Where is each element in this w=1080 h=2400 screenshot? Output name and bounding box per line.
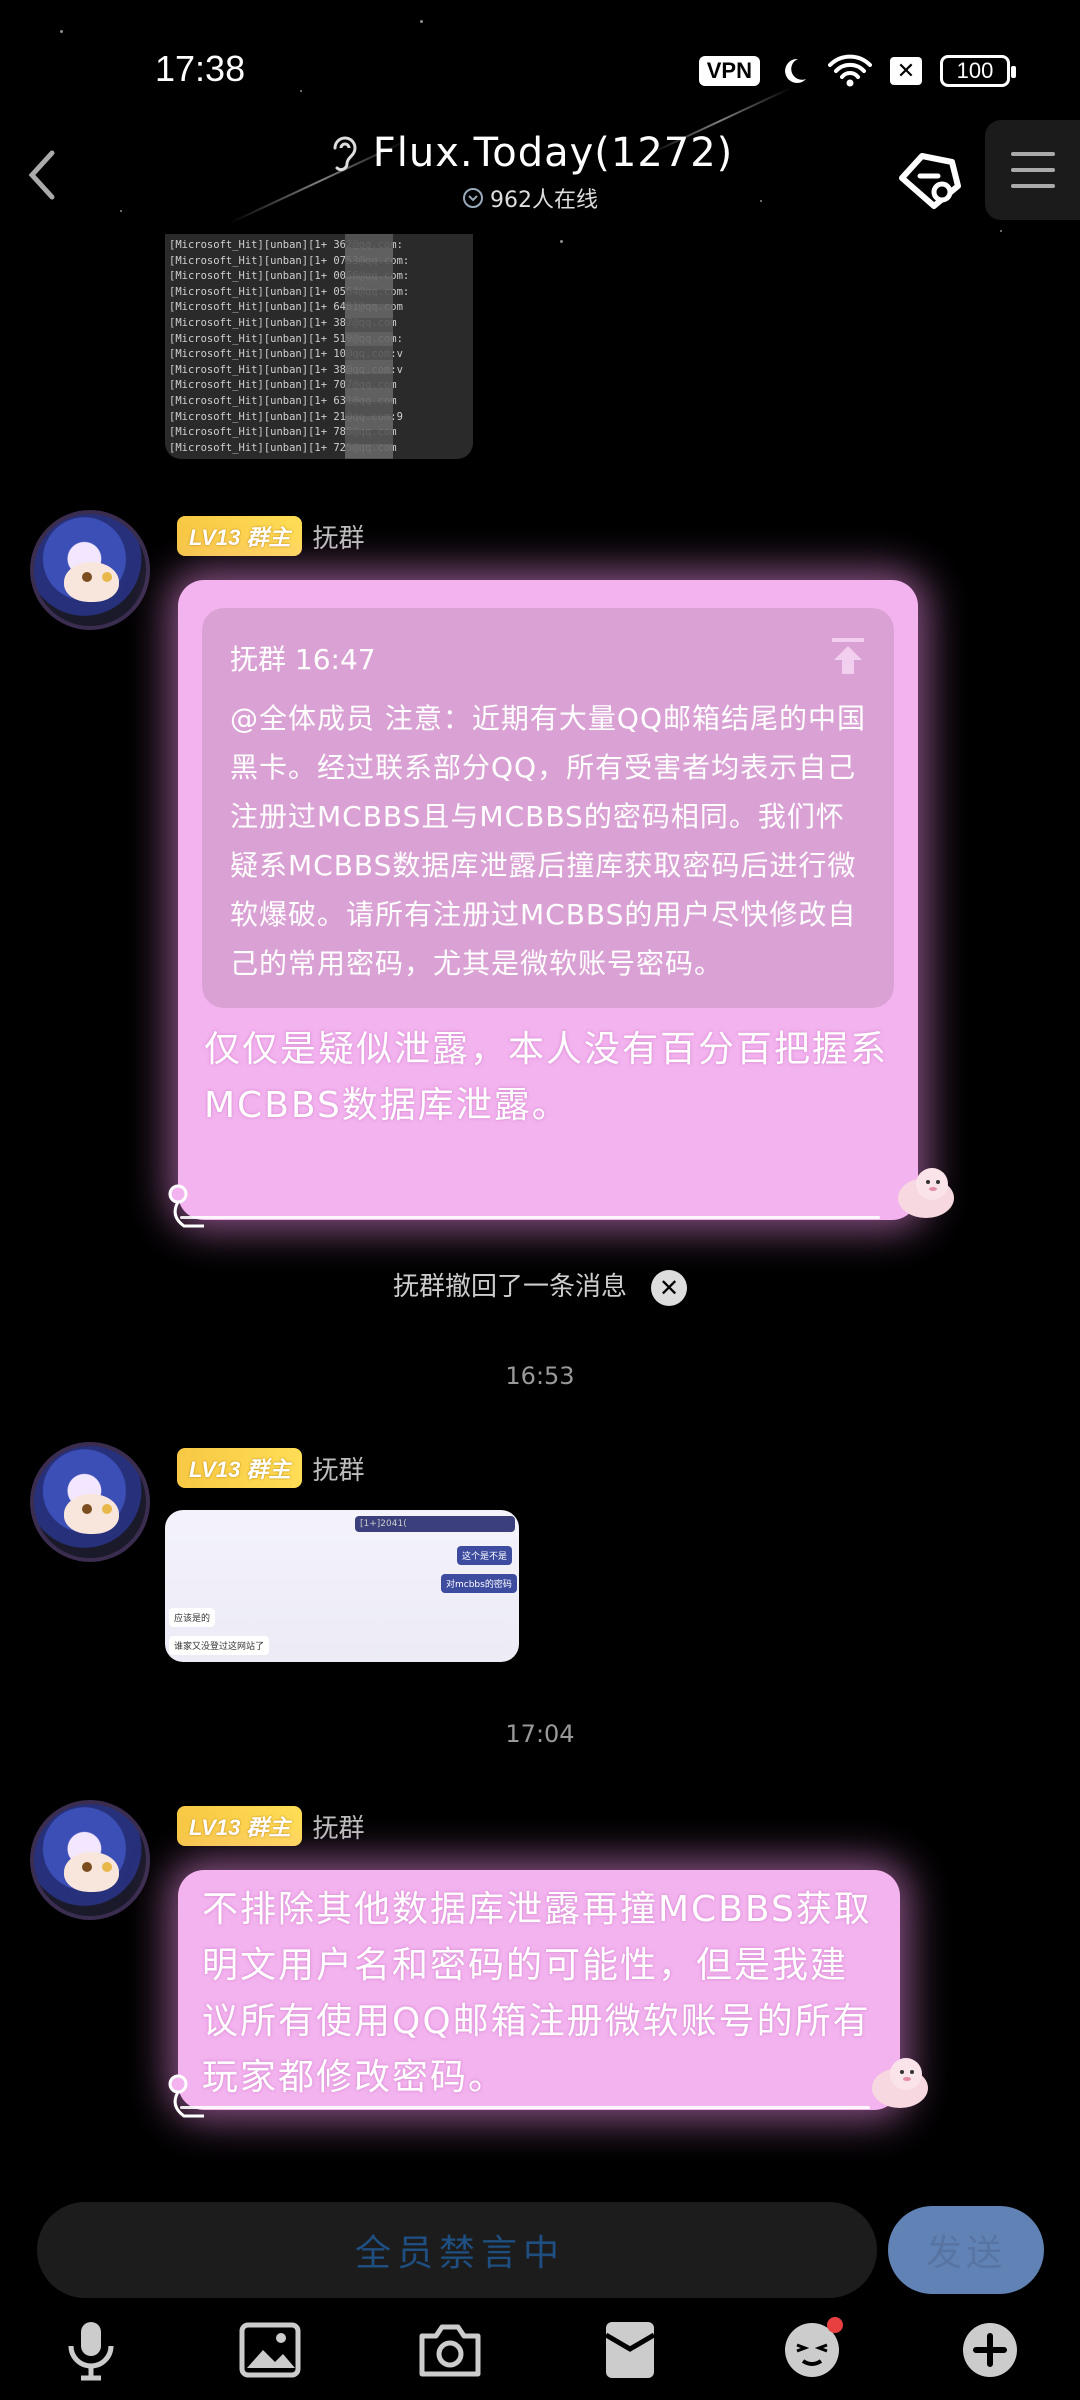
battery-icon: 100 — [940, 55, 1016, 87]
chat-image-bubble: 对mcbbs的密码 — [441, 1574, 517, 1593]
input-placeholder: 全员禁言中 — [355, 2233, 566, 2274]
message-3: LV13 群主 抚群 不排除其他数据库泄露再撞MCBBS获取明文用户名和密码的可… — [0, 1800, 1080, 2140]
screenshot-line: [Microsoft_Hit][unban][1+ 725@qq.com — [169, 441, 397, 454]
chat-image-bubble: [1+]2041( — [355, 1516, 515, 1532]
bubble-underline — [180, 2106, 870, 2109]
sender-name[interactable]: 抚群 — [312, 1808, 364, 1845]
back-arrow-icon[interactable] — [18, 145, 68, 205]
moon-icon — [785, 58, 806, 83]
status-time: 17:38 — [155, 48, 246, 89]
timestamp: 17:04 — [505, 1720, 575, 1748]
level-badge: LV13 群主 — [177, 1448, 303, 1488]
emoji-icon[interactable] — [777, 2315, 847, 2385]
group-title: Flux.Today(1272) — [327, 130, 734, 176]
screenshot-line: [Microsoft_Hit][unban][1+ 387@qq.com — [169, 316, 397, 329]
sender-name[interactable]: 抚群 — [312, 518, 364, 555]
red-packet-icon[interactable] — [595, 2315, 665, 2385]
bubble-corner-decoration — [168, 2074, 204, 2118]
status-icons: VPN ✕ 100 — [698, 54, 1016, 88]
online-text: 962人在线 — [490, 188, 598, 213]
quoted-message[interactable]: 抚群 16:47 @全体成员 注意：近期有大量QQ邮箱结尾的中国黑卡。经过联系部… — [202, 608, 894, 1008]
avatar[interactable] — [30, 510, 150, 630]
bubble-underline — [180, 1216, 880, 1219]
title-block[interactable]: Flux.Today(1272) 962人在线 — [320, 130, 740, 214]
seal-sticker-icon — [872, 2058, 928, 2108]
chat-image-bubble: 这个是不是 — [457, 1546, 513, 1565]
timestamp: 16:53 — [505, 1362, 575, 1390]
message-input[interactable]: 全员禁言中 — [37, 2202, 877, 2298]
level-badge: LV13 群主 — [177, 516, 303, 556]
chat-image-bubble: 谁家又没登过这网站了 — [169, 1636, 270, 1655]
recall-text: 抚群撤回了一条消息 — [392, 1272, 627, 1302]
wifi-icon — [828, 54, 872, 87]
ear-icon — [333, 136, 357, 172]
chat-image-bubble: 应该是的 — [169, 1608, 216, 1627]
message-text: 仅仅是疑似泄露，本人没有百分百把握系MCBBS数据库泄露。 — [204, 1029, 889, 1126]
message-meta: LV13 群主 抚群 — [177, 1806, 365, 1846]
avatar[interactable] — [30, 1800, 150, 1920]
recall-notice: 抚群撤回了一条消息 ✕ — [0, 1266, 1080, 1306]
notification-dot — [827, 2317, 843, 2333]
screenshot-line: [Microsoft_Hit][unban][1+ 362@qq.com: — [169, 239, 403, 251]
chat-header: Flux.Today(1272) 962人在线 — [0, 120, 1080, 230]
message-2: LV13 群主 抚群 — [0, 1442, 1080, 1672]
online-count: 962人在线 — [462, 182, 598, 214]
pin-icon — [832, 638, 864, 674]
tag-link-icon[interactable] — [892, 140, 968, 216]
screenshot-line: [Microsoft_Hit][unban][1+ 6481@qq.com — [169, 301, 403, 314]
close-icon[interactable]: ✕ — [651, 1269, 687, 1306]
plus-icon[interactable] — [955, 2315, 1025, 2385]
level-badge: LV13 群主 — [177, 1806, 303, 1846]
message-bubble[interactable]: 不排除其他数据库泄露再撞MCBBS获取明文用户名和密码的可能性，但是我建议所有使… — [178, 1870, 900, 2110]
screenshot-line: [Microsoft_Hit][unban][1+ 38@qq.com:v — [169, 363, 403, 376]
message-1: LV13 群主 抚群 抚群 16:47 @全体成员 注意：近期有大量QQ邮箱结尾… — [0, 510, 1080, 1230]
seal-sticker-icon — [898, 1168, 954, 1218]
message-meta: LV13 群主 抚群 — [177, 1448, 365, 1488]
quote-text: @全体成员 注意：近期有大量QQ邮箱结尾的中国黑卡。经过联系部分QQ，所有受害者… — [230, 702, 866, 980]
menu-button[interactable] — [985, 120, 1080, 220]
bubble-corner-decoration — [168, 1184, 204, 1228]
mic-icon[interactable] — [56, 2315, 126, 2385]
screenshot-line: [Microsoft_Hit][unban][1+ 788@qq.com — [169, 426, 397, 439]
vpn-icon: VPN — [698, 56, 760, 86]
chevron-down-icon — [463, 188, 483, 208]
avatar[interactable] — [30, 1442, 150, 1562]
quote-header: 抚群 16:47 — [230, 643, 376, 676]
status-bar: 17:38 VPN ✕ 100 — [0, 0, 1080, 140]
screenshot-line: [Microsoft_Hit][unban][1+ 10@qq.com:v — [169, 348, 403, 361]
no-sim-icon: ✕ — [890, 57, 922, 85]
screenshot-line: [Microsoft_Hit][unban][1+ 21@qq.com:9 — [169, 410, 403, 423]
camera-icon[interactable] — [415, 2315, 485, 2385]
bottom-toolbar — [0, 2315, 1080, 2400]
screenshot-blur — [345, 234, 393, 459]
image-icon[interactable] — [235, 2315, 305, 2385]
message-bubble[interactable]: 抚群 16:47 @全体成员 注意：近期有大量QQ邮箱结尾的中国黑卡。经过联系部… — [178, 580, 918, 1220]
message-meta: LV13 群主 抚群 — [177, 516, 365, 556]
screenshot-line: [Microsoft_Hit][unban][1+ 631@qq.com — [169, 394, 397, 407]
screenshot-line: [Microsoft_Hit][unban][1+ 0056@qq.com: — [169, 270, 410, 283]
screenshot-text-lines: [Microsoft_Hit][unban][1+ 362@qq.com: [Mi… — [169, 238, 469, 456]
screenshot-line: [Microsoft_Hit][unban][1+ 519@qq.com: — [169, 332, 403, 345]
sender-name[interactable]: 抚群 — [312, 1450, 364, 1487]
screenshot-line: [Microsoft_Hit][unban][1+ 707@qq.com — [169, 379, 397, 392]
shared-chat-image[interactable]: [1+]2041( 这个是不是 对mcbbs的密码 应该是的 谁家又没登过这网站… — [165, 1510, 519, 1662]
screenshot-line: [Microsoft_Hit][unban][1+ 0564@qq.com: — [169, 285, 410, 298]
send-button[interactable]: 发送 — [888, 2206, 1044, 2294]
screenshot-line: [Microsoft_Hit][unban][1+ 0753@qq.com: — [169, 254, 410, 267]
group-name: Flux.Today(1272) — [372, 130, 734, 176]
shared-screenshot-image[interactable]: [Microsoft_Hit][unban][1+ 362@qq.com: [Mi… — [165, 234, 473, 459]
message-text: 不排除其他数据库泄露再撞MCBBS获取明文用户名和密码的可能性，但是我建议所有使… — [202, 1889, 872, 2098]
